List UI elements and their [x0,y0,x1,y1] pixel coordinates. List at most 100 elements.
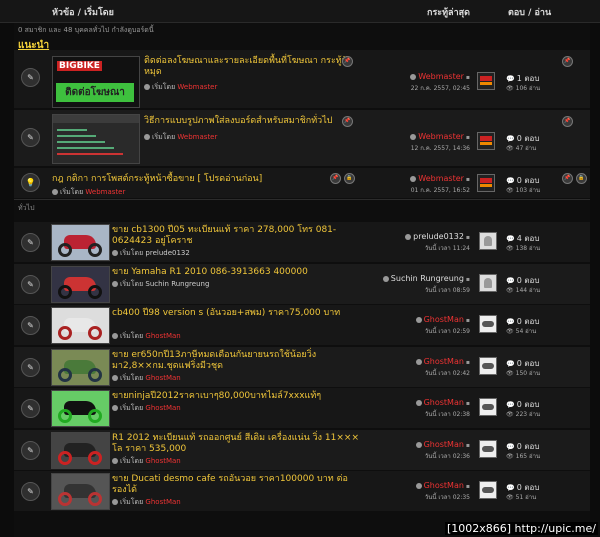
guide-screenshot-thumbnail[interactable] [52,114,140,164]
last-post-user[interactable]: GhostMan ▪ [415,357,470,366]
user-avatar[interactable] [479,357,497,375]
view-text: 47 อ่าน [515,145,537,152]
topic-title-link[interactable]: ขาย cb1300 ปี05 ทะเบียนแท้ ราคา 278,000 … [112,225,362,247]
new-post-icon[interactable]: ▪ [466,483,470,490]
topic-title-link[interactable]: ขาย Yamaha R1 2010 086-3913663 400000 [112,267,362,278]
author-link[interactable]: GhostMan [145,374,180,382]
topic-title-link[interactable]: วิธีการแบบรูปภาพใส่ลงบอร์ดสำหรับสมาชิกทั… [144,116,354,127]
last-post-user[interactable]: Webmaster ▪ [410,174,470,183]
bike-wheel [58,326,72,340]
user-avatar[interactable] [479,398,497,416]
author-link[interactable]: GhostMan [145,498,180,506]
started-by: เริ่มโดย GhostMan [112,497,181,508]
last-post-user[interactable]: prelude0132 ▪ [405,232,470,241]
last-user-name[interactable]: GhostMan [424,315,464,324]
motorcycle-thumbnail[interactable] [51,390,110,427]
user-avatar[interactable] [477,132,495,150]
last-post-user[interactable]: GhostMan ▪ [415,481,470,490]
last-user-name[interactable]: Webmaster [418,174,464,183]
last-post-user[interactable]: Webmaster ▪ [410,132,470,141]
pencil-icon[interactable]: ✎ [21,68,40,87]
header-last-post[interactable]: กระทู้ล่าสุด [427,5,470,19]
new-post-icon[interactable]: ▪ [466,134,470,141]
pencil-icon[interactable]: ✎ [21,233,40,252]
bike-wheel [58,285,72,299]
motorcycle-thumbnail[interactable] [51,473,110,510]
topic-title-link[interactable]: ขายninjaปี2012ราคาเบาๆ80,000บาทไมล์7xxxแ… [112,391,362,402]
pencil-icon[interactable]: ✎ [21,275,40,294]
by-prefix: เริ่มโดย [120,404,144,412]
new-post-icon[interactable]: ▪ [466,317,470,324]
pencil-icon[interactable]: ✎ [21,316,40,335]
last-post-user[interactable]: Webmaster ▪ [410,72,470,81]
motorcycle-thumbnail[interactable] [51,224,110,261]
header-topic-by[interactable]: หัวข้อ / เริ่มโดย [52,5,114,19]
eye-icon: 👁 [506,85,514,92]
reply-text: 0 ตอบ [516,276,540,285]
author-link[interactable]: GhostMan [145,457,180,465]
last-user-name[interactable]: GhostMan [424,398,464,407]
user-icon [112,405,118,411]
user-avatar[interactable] [479,315,497,333]
user-icon [410,175,417,182]
author-link[interactable]: GhostMan [145,404,180,412]
new-post-icon[interactable]: ▪ [466,176,470,183]
last-user-name[interactable]: Webmaster [418,72,464,81]
topic-title-link[interactable]: ติดต่อลงโฆษณาและรายละเอียดพื้นที่โฆษณา ก… [144,56,354,78]
author-link[interactable]: Suchin Rungreung [145,280,209,288]
topic-title-link[interactable]: ขาย er650nปี13ภาษีหมดเดือนกันยายนรถใช้น้… [112,350,362,372]
new-post-icon[interactable]: ▪ [466,234,470,241]
topic-row: ✎ ขายninjaปี2012ราคาเบาๆ80,000บาทไมล์7xxx… [14,388,590,428]
last-user-name[interactable]: prelude0132 [413,232,464,241]
last-user-name[interactable]: GhostMan [424,357,464,366]
author-link[interactable]: Webmaster [177,133,217,141]
ad-banner-thumbnail[interactable]: BIGBIKE ติดต่อโฆษณา [52,56,140,108]
user-avatar[interactable] [479,274,497,292]
new-post-icon[interactable]: ▪ [466,359,470,366]
pencil-icon[interactable]: ✎ [21,399,40,418]
topic-title-link[interactable]: กฎ กติกา การโพสต์กระทู้หน้าซื้อขาย [ โปร… [52,174,292,185]
by-prefix: เริ่มโดย [120,332,144,340]
author-link[interactable]: GhostMan [145,332,180,340]
last-post-user[interactable]: GhostMan ▪ [415,398,470,407]
started-by: เริ่มโดย prelude0132 [112,248,190,259]
author-link[interactable]: prelude0132 [145,249,189,257]
pencil-icon[interactable]: ✎ [21,358,40,377]
last-post-user[interactable]: GhostMan ▪ [415,315,470,324]
user-icon [415,482,422,489]
user-avatar[interactable] [477,174,495,192]
screenshot-line [57,135,96,137]
topic-title-link[interactable]: ขาย Ducati desmo cafe รถอันวอย ราคา10000… [112,474,362,496]
avatar-bike [482,446,494,452]
last-user-name[interactable]: GhostMan [424,440,464,449]
new-post-icon[interactable]: ▪ [466,400,470,407]
pencil-icon[interactable]: ✎ [21,482,40,501]
user-avatar[interactable] [479,481,497,499]
user-avatar[interactable] [479,232,497,250]
last-user-name[interactable]: Webmaster [418,132,464,141]
lightbulb-icon[interactable]: 💡 [21,173,40,192]
topic-title-link[interactable]: R1 2012 ทะเบียนแท้ รถออกศูนย์ สีเดิม เคร… [112,433,362,455]
user-avatar[interactable] [477,72,495,90]
eye-icon: 👁 [506,145,514,152]
motorcycle-thumbnail[interactable] [51,432,110,469]
pencil-icon[interactable]: ✎ [21,128,40,147]
new-post-icon[interactable]: ▪ [466,276,470,283]
topic-title-link[interactable]: cb400 ปี98 version s (อันวอย+สพม) ราคา75… [112,308,362,319]
last-user-name[interactable]: GhostMan [424,481,464,490]
user-avatar[interactable] [479,440,497,458]
author-link[interactable]: Webmaster [177,83,217,91]
last-post-user[interactable]: Suchin Rungreung ▪ [382,274,470,283]
last-user-name[interactable]: Suchin Rungreung [391,274,464,283]
bike-wheel [88,285,102,299]
new-post-icon[interactable]: ▪ [466,74,470,81]
new-post-icon[interactable]: ▪ [466,442,470,449]
last-post-user[interactable]: GhostMan ▪ [415,440,470,449]
motorcycle-thumbnail[interactable] [51,307,110,344]
motorcycle-thumbnail[interactable] [51,266,110,303]
motorcycle-thumbnail[interactable] [51,349,110,386]
pencil-icon[interactable]: ✎ [21,441,40,460]
image-watermark: [1002x866] http://upic.me/ [444,522,598,535]
author-link[interactable]: Webmaster [85,188,125,196]
header-replies-reads[interactable]: ตอบ / อ่าน [508,5,551,19]
